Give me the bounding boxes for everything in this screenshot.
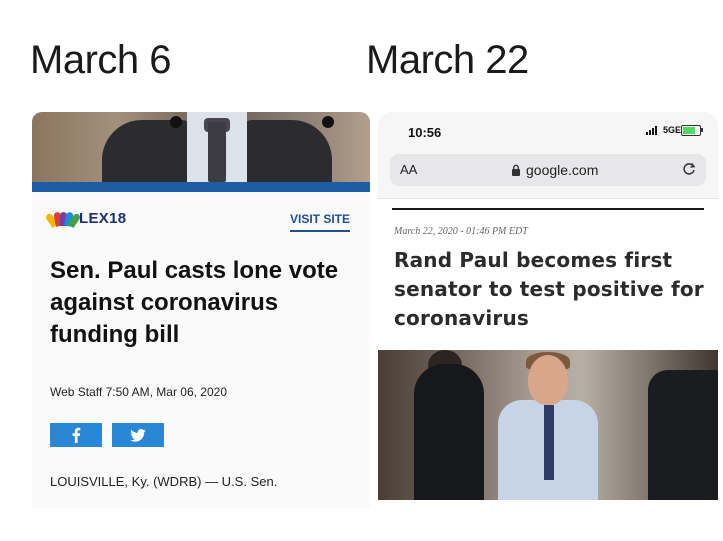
brand-bar — [32, 182, 370, 192]
text-size-button[interactable]: AA — [400, 162, 417, 177]
reload-icon[interactable] — [681, 161, 697, 177]
facebook-icon — [72, 427, 81, 443]
right-date-heading: March 22 — [366, 38, 529, 82]
lock-icon — [512, 164, 520, 176]
visit-site-link[interactable]: VISIT SITE — [290, 212, 351, 232]
article-byline: Web Staff 7:50 AM, Mar 06, 2020 — [50, 385, 227, 399]
signal-icon — [646, 126, 657, 135]
twitter-icon — [130, 428, 146, 442]
right-article-screenshot: 10:56 5GE AA google.com March 22, 2020 -… — [378, 112, 718, 500]
senator-walking-photo — [378, 350, 718, 500]
peacock-icon — [44, 211, 82, 228]
network-type: 5GE — [663, 125, 682, 135]
article-dateline: LOUISVILLE, Ky. (WDRB) — U.S. Sen. — [50, 474, 278, 489]
url-domain: google.com — [526, 162, 599, 178]
twitter-share-button[interactable] — [112, 423, 164, 447]
safari-address-area: AA google.com — [378, 148, 718, 199]
status-time: 10:56 — [408, 125, 442, 140]
left-article-screenshot: LEX18 VISIT SITE Sen. Paul casts lone vo… — [32, 112, 370, 508]
article-headline: Sen. Paul casts lone vote against corona… — [50, 257, 339, 348]
senator-photo — [32, 112, 370, 182]
article-date: March 22, 2020 - 01:46 PM EDT — [394, 226, 528, 237]
ios-status-bar: 10:56 5GE — [378, 112, 718, 148]
left-date-heading: March 6 — [30, 38, 172, 82]
header-divider — [392, 208, 704, 210]
address-bar[interactable]: AA google.com — [390, 154, 706, 186]
facebook-share-button[interactable] — [50, 423, 102, 447]
battery-icon — [681, 125, 703, 136]
logo-text: LEX18 — [79, 210, 127, 227]
lex18-logo[interactable]: LEX18 — [44, 210, 127, 228]
article-headline-right: Rand Paul becomes first senator to test … — [394, 248, 704, 330]
